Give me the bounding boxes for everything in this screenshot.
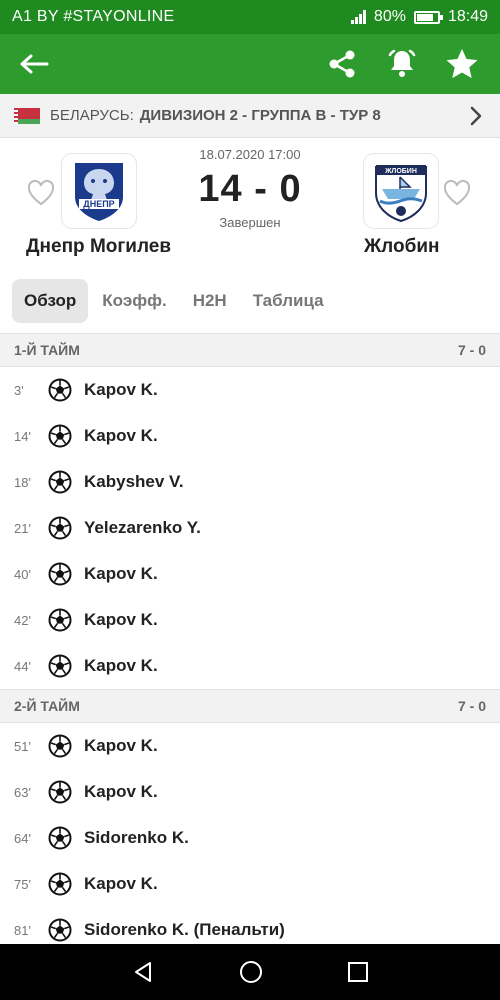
soccer-ball-icon (48, 470, 72, 494)
tab-h2h[interactable]: H2H (181, 279, 239, 323)
event-minute: 63' (14, 784, 31, 800)
away-team-name[interactable]: Жлобин (364, 236, 440, 258)
soccer-ball-icon (48, 516, 72, 540)
event-row[interactable]: 40' Kapov K. (0, 551, 500, 597)
event-row[interactable]: 14' Kapov K. (0, 413, 500, 459)
event-player: Kabyshev V. (84, 472, 184, 491)
event-row[interactable]: 51' Kapov K. (0, 723, 500, 769)
bell-icon (388, 49, 416, 77)
chevron-right-icon (470, 106, 482, 125)
nav-back-icon[interactable] (131, 960, 155, 984)
league-competition: ДИВИЗИОН 2 - ГРУППА В - ТУР 8 (139, 107, 381, 124)
event-player: Sidorenko K. (Пенальти) (84, 920, 285, 939)
event-player: Sidorenko K. (84, 828, 189, 847)
soccer-ball-icon (48, 654, 72, 678)
nav-recents-icon[interactable] (347, 961, 369, 983)
status-bar: A1 BY #STAYONLINE 80% 18:49 (0, 0, 500, 34)
soccer-ball-icon (48, 826, 72, 850)
home-team-name[interactable]: Днепр Могилев (26, 236, 171, 258)
event-player: Kapov K. (84, 782, 158, 801)
soccer-ball-icon (48, 562, 72, 586)
event-minute: 3' (14, 382, 24, 398)
battery-icon (413, 10, 443, 24)
event-row[interactable]: 18' Kabyshev V. (0, 459, 500, 505)
half-header: 2-Й ТАЙМ 7 - 0 (0, 689, 500, 723)
soccer-ball-icon (48, 608, 72, 632)
app-bar (0, 34, 500, 94)
half-score: 7 - 0 (457, 698, 486, 714)
league-row[interactable]: БЕЛАРУСЬ: ДИВИЗИОН 2 - ГРУППА В - ТУР 8 (0, 94, 500, 138)
event-player: Kapov K. (84, 380, 158, 399)
soccer-ball-icon (48, 378, 72, 402)
event-minute: 51' (14, 738, 31, 754)
away-logo-text: ЖЛОБИН (384, 168, 417, 175)
event-row[interactable]: 75' Kapov K. (0, 861, 500, 907)
match-tabs: Обзор Коэфф. H2H Таблица (0, 268, 500, 334)
share-icon (329, 50, 355, 78)
arrow-left-icon (20, 54, 49, 74)
match-header: ДНЕПР 18.07.2020 17:00 14 - 0 Завершен Ж… (0, 138, 500, 268)
clock: 18:49 (447, 8, 488, 25)
event-player: Kapov K. (84, 736, 158, 755)
status-indicators: 80% 18:49 (350, 8, 488, 26)
belarus-flag-icon (14, 107, 40, 124)
event-player: Yelezarenko Y. (84, 518, 201, 537)
event-minute: 18' (14, 474, 31, 490)
carrier-name: A1 BY #STAYONLINE (12, 8, 175, 25)
event-minute: 44' (14, 658, 31, 674)
share-button[interactable] (320, 42, 364, 86)
zhlobin-crest-icon: ЖЛОБИН (375, 165, 427, 223)
soccer-ball-icon (48, 872, 72, 896)
soccer-ball-icon (48, 734, 72, 758)
nav-home-icon[interactable] (239, 960, 263, 984)
notifications-button[interactable] (380, 42, 424, 86)
tab-table[interactable]: Таблица (241, 279, 336, 323)
event-row[interactable]: 42' Kapov K. (0, 597, 500, 643)
event-player: Kapov K. (84, 610, 158, 629)
event-row[interactable]: 44' Kapov K. (0, 643, 500, 689)
tab-overview[interactable]: Обзор (12, 278, 89, 323)
system-nav-bar (0, 944, 500, 1000)
half-label: 2-Й ТАЙМ (14, 698, 80, 714)
event-minute: 42' (14, 612, 31, 628)
event-minute: 64' (14, 830, 31, 846)
event-player: Kapov K. (84, 656, 158, 675)
event-minute: 81' (14, 922, 31, 938)
back-button[interactable] (16, 46, 52, 82)
soccer-ball-icon (48, 780, 72, 804)
battery-percent: 80% (373, 8, 406, 25)
star-icon (446, 49, 478, 79)
soccer-ball-icon (48, 424, 72, 448)
event-player: Kapov K. (84, 564, 158, 583)
event-player: Kapov K. (84, 426, 158, 445)
event-minute: 40' (14, 566, 31, 582)
away-team-logo[interactable]: ЖЛОБИН (364, 154, 438, 228)
favorite-button[interactable] (440, 42, 484, 86)
event-minute: 21' (14, 520, 31, 536)
half-header: 1-Й ТАЙМ 7 - 0 (0, 333, 500, 367)
half-score: 7 - 0 (457, 342, 486, 358)
half-label: 1-Й ТАЙМ (14, 342, 80, 358)
event-row[interactable]: 63' Kapov K. (0, 769, 500, 815)
event-minute: 14' (14, 428, 31, 444)
soccer-ball-icon (48, 918, 72, 942)
event-row[interactable]: 21' Yelezarenko Y. (0, 505, 500, 551)
event-row[interactable]: 3' Kapov K. (0, 367, 500, 413)
league-country: БЕЛАРУСЬ: (50, 107, 134, 124)
event-row[interactable]: 64' Sidorenko K. (0, 815, 500, 861)
signal-icon (350, 10, 366, 24)
event-player: Kapov K. (84, 874, 158, 893)
tab-odds[interactable]: Коэфф. (90, 279, 178, 323)
event-minute: 75' (14, 876, 31, 892)
heart-icon-away[interactable] (442, 178, 472, 208)
